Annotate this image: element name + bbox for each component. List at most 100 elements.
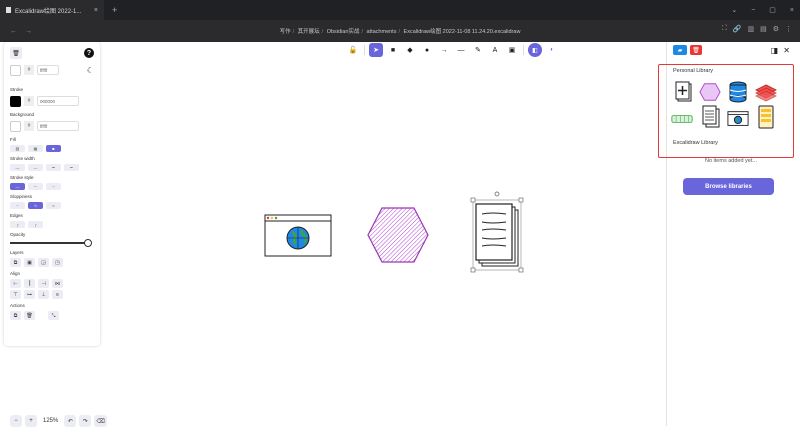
zoom-out-button[interactable]: − bbox=[10, 415, 22, 427]
line-tool-icon[interactable]: — bbox=[454, 43, 468, 57]
fullscreen-icon[interactable]: ⛶ bbox=[722, 25, 727, 33]
documents-stack-shape[interactable] bbox=[468, 190, 526, 274]
send-backward-icon[interactable]: ▣ bbox=[24, 258, 35, 267]
browse-libraries-button[interactable]: Browse libraries bbox=[683, 178, 774, 195]
align-right-icon[interactable]: ⊣ bbox=[38, 279, 49, 288]
zoom-level[interactable]: 125% bbox=[40, 418, 61, 424]
breadcrumb-item[interactable]: 其开展坛 bbox=[298, 29, 320, 35]
align-bottom-icon[interactable]: ⊥ bbox=[38, 290, 49, 299]
lock-icon[interactable]: 🔓 bbox=[346, 43, 360, 57]
reading-view-icon[interactable]: ▥ bbox=[747, 25, 754, 33]
arrow-tool-icon[interactable]: → bbox=[437, 43, 451, 57]
extra-tools-icon[interactable]: ◐ bbox=[545, 43, 559, 57]
bring-forward-icon[interactable]: ◲ bbox=[38, 258, 49, 267]
diamond-tool-icon[interactable]: ◆ bbox=[403, 43, 417, 57]
draw-tool-icon[interactable]: ✎ bbox=[471, 43, 485, 57]
background-hex-input[interactable]: ffffff bbox=[37, 121, 79, 131]
breadcrumb-item[interactable]: 写作 bbox=[280, 29, 291, 35]
fill-solid-button[interactable]: ■ bbox=[46, 145, 61, 152]
distribute-vertical-icon[interactable]: ≡ bbox=[52, 290, 63, 299]
library-item-layers[interactable] bbox=[755, 81, 777, 103]
duplicate-icon[interactable]: ⧉ bbox=[10, 311, 21, 320]
more-options-icon[interactable]: ⋮ bbox=[785, 25, 792, 33]
distribute-horizontal-icon[interactable]: ⋈ bbox=[52, 279, 63, 288]
document-tab[interactable]: Excalidraw绘图 2022-1... × bbox=[0, 0, 104, 20]
library-item-progress-bar[interactable] bbox=[671, 108, 693, 130]
markdown-view-icon[interactable]: ▤ bbox=[760, 25, 767, 33]
breadcrumb-current: Excalidraw绘图 2022-11-08 11.24.20.excalid… bbox=[403, 29, 521, 35]
align-center-horizontal-icon[interactable]: ⫿ bbox=[24, 279, 35, 288]
maximize-icon[interactable]: ▢ bbox=[769, 6, 776, 14]
close-window-icon[interactable]: × bbox=[790, 7, 794, 14]
breadcrumb-item[interactable]: attachments bbox=[367, 29, 397, 35]
hexagon-shape[interactable] bbox=[366, 206, 430, 264]
link-element-icon[interactable]: ⤡ bbox=[48, 311, 59, 320]
browser-globe-shape[interactable] bbox=[264, 214, 332, 258]
sloppiness-cartoonist-button[interactable]: ≈ bbox=[46, 202, 61, 209]
library-item-database[interactable] bbox=[727, 81, 749, 103]
link-icon[interactable]: 🔗 bbox=[733, 25, 742, 33]
canvas-bg-hex-input[interactable]: ffffff bbox=[37, 65, 59, 75]
align-top-icon[interactable]: ⊤ bbox=[10, 290, 21, 299]
stroke-width-bold-button[interactable]: — bbox=[28, 164, 43, 171]
library-folder-button[interactable]: ▰ bbox=[673, 45, 687, 55]
library-item-documents[interactable] bbox=[700, 105, 722, 128]
delete-icon[interactable]: 🗑 bbox=[24, 311, 35, 320]
edges-round-button[interactable]: ╭ bbox=[28, 221, 43, 228]
canvas-bg-swatch[interactable] bbox=[10, 64, 21, 76]
library-delete-button[interactable]: 🗑 bbox=[690, 45, 702, 55]
window-controls: ⌄ − ▢ × bbox=[731, 0, 794, 20]
trash-icon[interactable]: 🗑 bbox=[10, 47, 22, 59]
edges-sharp-button[interactable]: ┌ bbox=[10, 221, 25, 228]
align-label: Align bbox=[10, 271, 21, 276]
ellipse-tool-icon[interactable]: ● bbox=[420, 43, 434, 57]
sloppiness-architect-button[interactable]: ~ bbox=[10, 202, 25, 209]
new-tab-button[interactable]: + bbox=[112, 5, 117, 15]
library-item-browser-globe[interactable] bbox=[727, 108, 749, 130]
help-icon[interactable]: ? bbox=[84, 48, 94, 58]
dock-panel-icon[interactable]: ◨ bbox=[771, 46, 779, 55]
undo-icon[interactable]: ↶ bbox=[64, 415, 77, 427]
settings-icon[interactable]: ⚙ bbox=[773, 25, 779, 33]
send-to-back-icon[interactable]: ⧉ bbox=[10, 258, 21, 267]
opacity-slider[interactable] bbox=[10, 239, 94, 247]
align-left-icon[interactable]: ⊢ bbox=[10, 279, 21, 288]
stroke-style-label: Stroke style bbox=[10, 175, 34, 180]
fill-crosshatch-button[interactable]: ▦ bbox=[28, 145, 43, 152]
text-tool-icon[interactable]: A bbox=[488, 43, 502, 57]
excalidraw-library-title: Excalidraw Library bbox=[673, 140, 718, 146]
redo-icon[interactable]: ↷ bbox=[79, 415, 92, 427]
close-tab-icon[interactable]: × bbox=[94, 7, 98, 14]
library-icon[interactable]: ◧ bbox=[528, 43, 542, 57]
stroke-width-max-button[interactable]: ━ bbox=[64, 164, 79, 171]
eraser-icon[interactable]: ⌫ bbox=[94, 415, 107, 427]
align-center-vertical-icon[interactable]: ⊶ bbox=[24, 290, 35, 299]
library-item-hexagon[interactable] bbox=[699, 81, 721, 103]
zoom-in-button[interactable]: + bbox=[25, 415, 37, 427]
dark-mode-toggle-icon[interactable]: ☾ bbox=[87, 66, 94, 75]
tab-title: Excalidraw绘图 2022-1... bbox=[15, 8, 82, 15]
minimize-icon[interactable]: − bbox=[751, 7, 755, 14]
library-item-tablet[interactable] bbox=[755, 105, 777, 129]
stroke-hex-input[interactable]: 000000 bbox=[37, 96, 79, 106]
stroke-width-thin-button[interactable]: — bbox=[10, 164, 25, 171]
stroke-style-solid-button[interactable]: — bbox=[10, 183, 25, 190]
bring-to-front-icon[interactable]: ◳ bbox=[52, 258, 63, 267]
stroke-style-dotted-button[interactable]: ┈ bbox=[46, 183, 61, 190]
fill-label: Fill bbox=[10, 137, 16, 142]
image-tool-icon[interactable]: ▣ bbox=[505, 43, 519, 57]
close-panel-icon[interactable]: ✕ bbox=[783, 46, 790, 55]
rectangle-tool-icon[interactable]: ■ bbox=[386, 43, 400, 57]
stroke-width-extra-bold-button[interactable]: ━ bbox=[46, 164, 61, 171]
stroke-style-dashed-button[interactable]: ╌ bbox=[28, 183, 43, 190]
selection-tool-icon[interactable]: ➤ bbox=[369, 43, 383, 57]
tab-list-icon[interactable]: ⌄ bbox=[731, 6, 737, 14]
fill-hachure-button[interactable]: ▨ bbox=[10, 145, 25, 152]
opacity-slider-knob[interactable] bbox=[84, 239, 92, 247]
breadcrumb-item[interactable]: Obsidian实战 bbox=[327, 29, 360, 35]
library-item-add-document[interactable] bbox=[673, 81, 695, 103]
stroke-width-label: Stroke width bbox=[10, 156, 35, 161]
stroke-color-swatch[interactable] bbox=[10, 95, 21, 107]
sloppiness-artist-button[interactable]: ∿ bbox=[28, 202, 43, 209]
background-color-swatch[interactable] bbox=[10, 120, 21, 132]
